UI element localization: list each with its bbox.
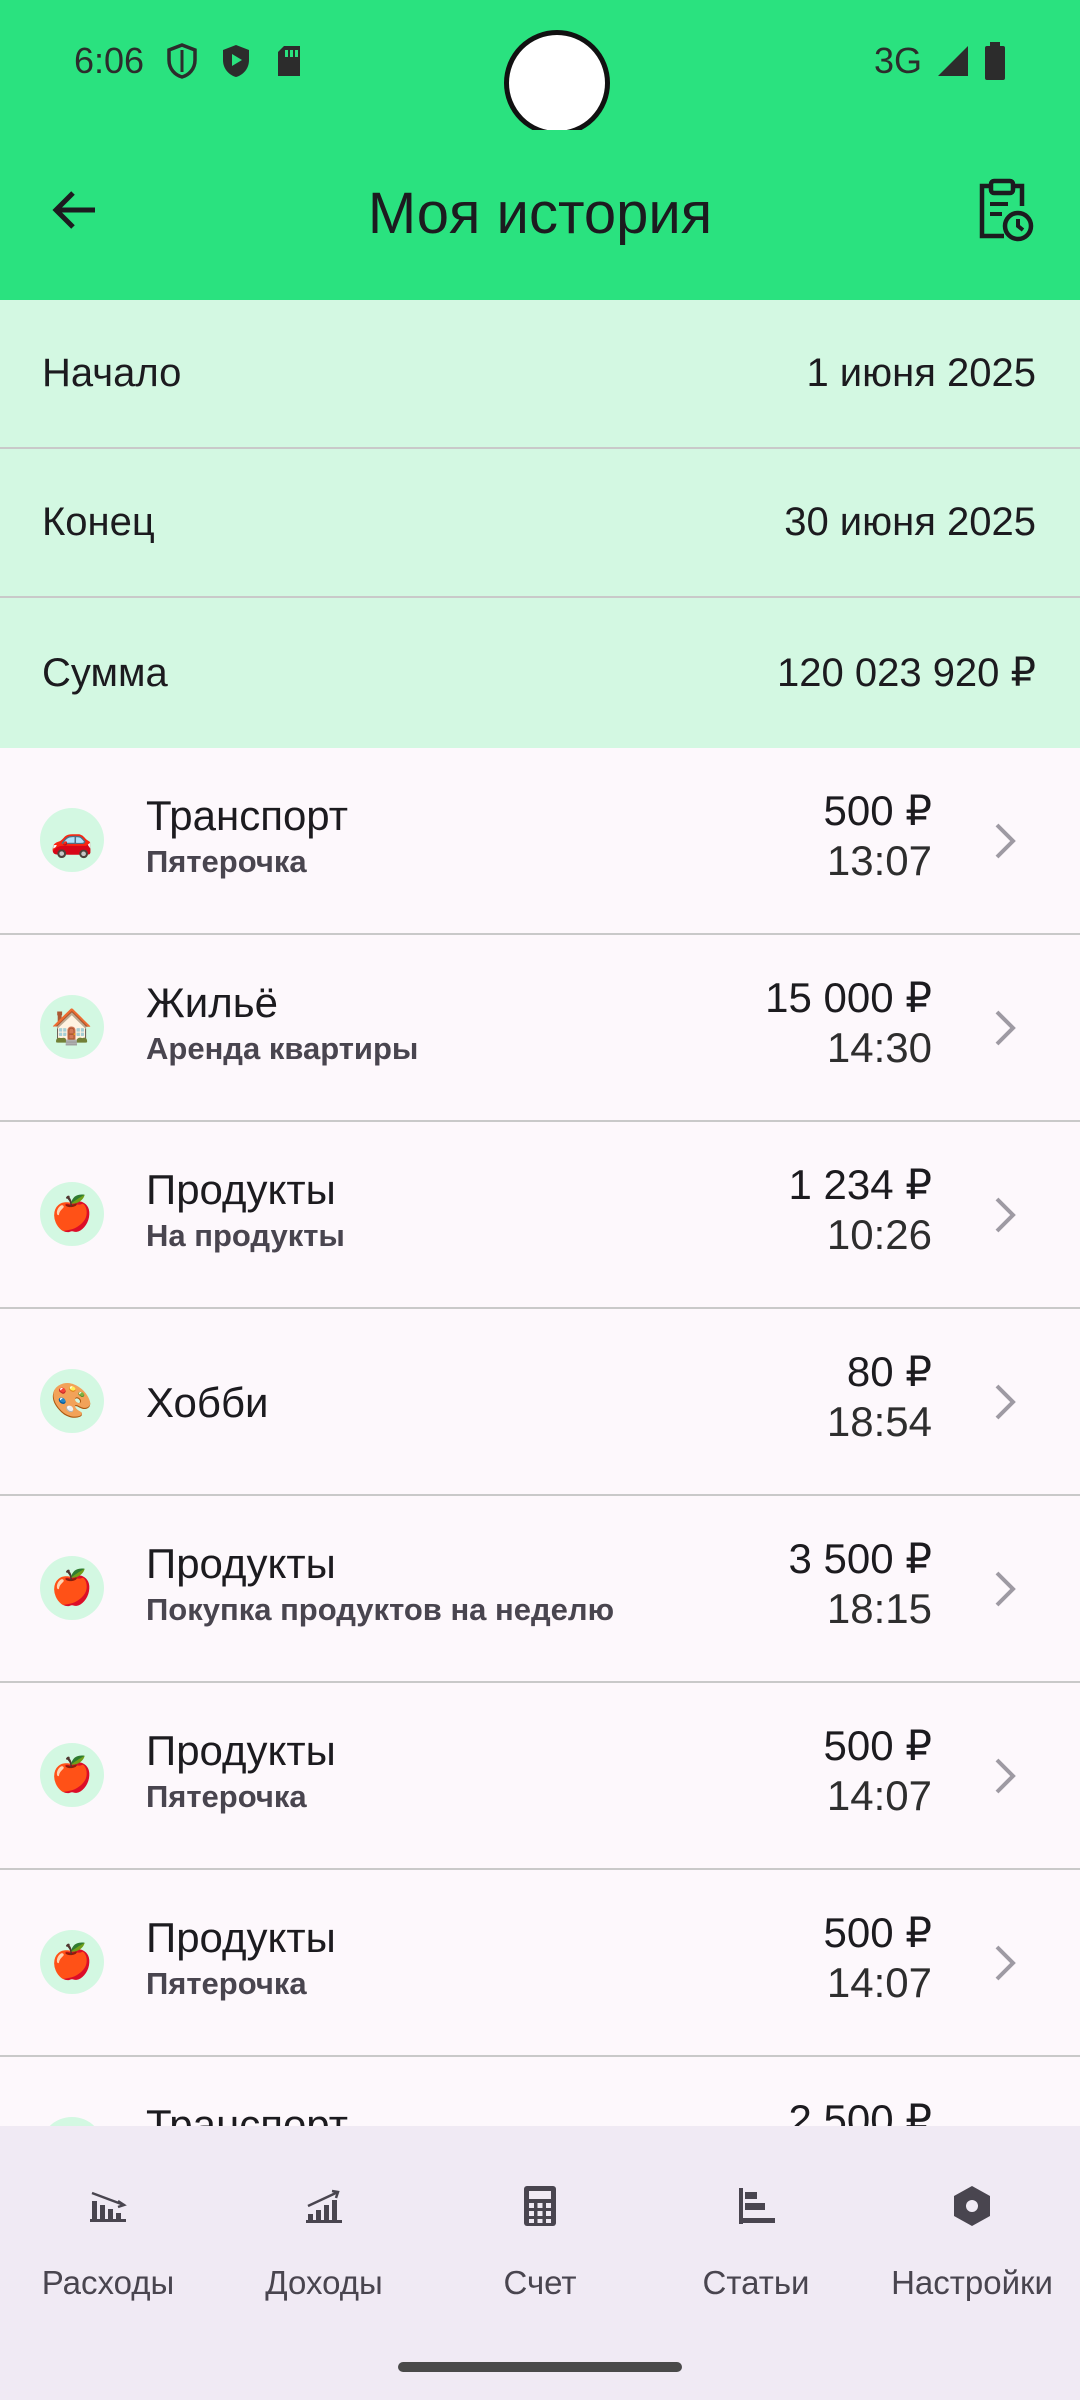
transaction-amount: 1 234 ₽ [788,1161,933,1208]
settings-icon [864,2176,1080,2236]
category-emoji-icon: 🎨 [40,1369,104,1433]
vpn-shield-icon [166,43,198,79]
transaction-amount: 500 ₽ [823,787,932,834]
summary-start-row[interactable]: Начало 1 июня 2025 [0,300,1080,449]
chevron-right-icon [995,1571,1016,1607]
summary-value: 1 июня 2025 [806,351,1036,395]
transaction-category: Хобби [146,1379,269,1426]
summary-label: Конец [42,500,155,544]
status-bar: 6:06 3G [0,0,1080,136]
nav-label: Статьи [702,2264,810,2301]
transaction-amount: 80 ₽ [846,1348,932,1395]
nav-expenses[interactable]: Расходы [0,2176,216,2302]
transaction-comment: Пятерочка [146,1779,307,1814]
nav-account[interactable]: Счет [432,2176,648,2302]
transaction-row[interactable]: 🎨 Хобби 80 ₽ 18:54 [0,1309,1080,1496]
expenses-icon [0,2176,216,2236]
income-icon [216,2176,432,2236]
transaction-category: Транспорт [146,792,348,839]
bottom-navigation: Расходы Доходы Счет Статьи Настройки [0,2126,1080,2400]
nav-articles[interactable]: Статьи [648,2176,864,2302]
articles-icon [648,2176,864,2236]
transaction-comment: Пятерочка [146,844,307,879]
app-bar: Моя история [0,130,1080,300]
summary-label: Начало [42,351,182,395]
chevron-right-icon [995,1197,1016,1233]
play-protect-icon [220,43,252,79]
transaction-row[interactable]: 🏠 Жильё Аренда квартиры 15 000 ₽ 14:30 [0,935,1080,1122]
transaction-row[interactable]: 🍎 Продукты Пятерочка 500 ₽ 14:07 [0,1683,1080,1870]
transaction-category: Жильё [146,979,278,1026]
transaction-row[interactable]: 🍎 Продукты Пятерочка 500 ₽ 14:07 [0,1870,1080,2057]
transaction-time: 13:07 [826,837,932,884]
transaction-amount: 500 ₽ [823,1909,932,1956]
transaction-time: 18:15 [826,1585,932,1632]
nav-settings[interactable]: Настройки [864,2176,1080,2302]
transaction-row[interactable]: 🚗 Транспорт Пятерочка 500 ₽ 13:07 [0,748,1080,935]
category-emoji-icon: 🍎 [40,1743,104,1807]
category-emoji-icon: 🍎 [40,1556,104,1620]
transaction-time: 14:07 [826,1959,932,2006]
nav-income[interactable]: Доходы [216,2176,432,2302]
summary-value: 30 июня 2025 [784,500,1036,544]
category-emoji-icon: 🚗 [40,808,104,872]
transaction-row[interactable]: 🍎 Продукты Покупка продуктов на неделю 3… [0,1496,1080,1683]
battery-icon [984,42,1006,80]
summary-end-row[interactable]: Конец 30 июня 2025 [0,449,1080,598]
transaction-comment: Аренда квартиры [146,1031,419,1066]
transaction-amount: 3 500 ₽ [788,1535,933,1582]
sd-card-icon [274,44,304,78]
nav-label: Настройки [891,2264,1053,2301]
nav-label: Счет [503,2264,577,2301]
home-indicator[interactable] [398,2362,682,2372]
status-time: 6:06 [74,40,145,81]
transaction-category: Продукты [146,1914,336,1961]
calculator-icon [432,2176,648,2236]
chevron-right-icon [995,823,1016,859]
transaction-category: Продукты [146,1727,336,1774]
transaction-time: 18:54 [826,1398,932,1445]
period-summary: Начало 1 июня 2025 Конец 30 июня 2025 Су… [0,300,1080,748]
transaction-time: 10:26 [826,1211,932,1258]
signal-icon [936,44,970,78]
transaction-time: 14:30 [826,1024,932,1071]
page-title: Моя история [367,181,713,246]
summary-total-row: Сумма 120 023 920 ₽ [0,598,1080,748]
clipboard-clock-icon [979,178,1034,242]
chevron-right-icon [995,1758,1016,1794]
chevron-right-icon [995,1010,1016,1046]
transaction-amount: 500 ₽ [823,1722,932,1769]
network-type: 3G [873,40,922,81]
transaction-list: 🚗 Транспорт Пятерочка 500 ₽ 13:07 🏠 Жиль… [0,748,1080,2244]
transaction-amount: 15 000 ₽ [765,974,932,1021]
nav-label: Доходы [265,2264,383,2301]
transaction-category: Продукты [146,1166,336,1213]
transaction-time: 14:07 [826,1772,932,1819]
transaction-row[interactable]: 🍎 Продукты На продукты 1 234 ₽ 10:26 [0,1122,1080,1309]
nav-label: Расходы [41,2264,175,2301]
transaction-comment: На продукты [146,1218,345,1253]
transaction-category: Продукты [146,1540,336,1587]
summary-value: 120 023 920 ₽ [776,651,1036,695]
chevron-right-icon [995,1945,1016,1981]
transaction-comment: Покупка продуктов на неделю [146,1592,615,1627]
history-button[interactable] [964,170,1044,250]
chevron-right-icon [995,1384,1016,1420]
transaction-comment: Пятерочка [146,1966,307,2001]
camera-cutout [504,30,610,136]
summary-label: Сумма [42,650,168,695]
category-emoji-icon: 🍎 [40,1182,104,1246]
category-emoji-icon: 🍎 [40,1930,104,1994]
category-emoji-icon: 🏠 [40,995,104,1059]
